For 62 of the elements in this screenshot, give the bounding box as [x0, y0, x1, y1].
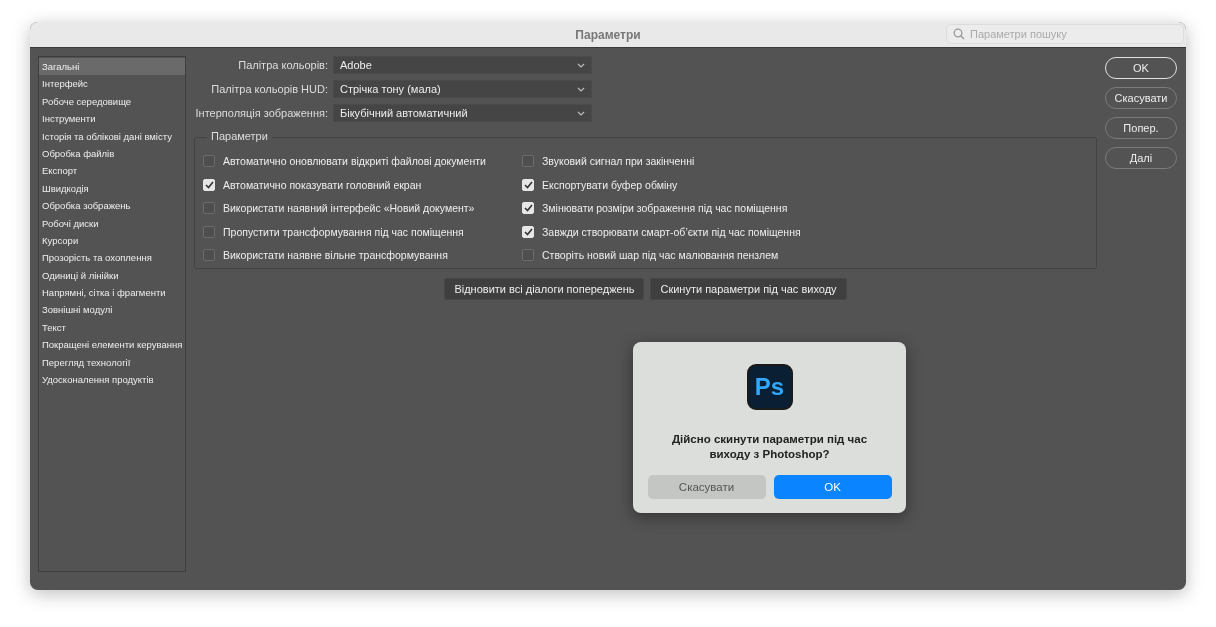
sidebar-item[interactable]: Робочі диски: [39, 214, 185, 232]
search-icon: [953, 28, 965, 40]
sidebar-item[interactable]: Курсори: [39, 231, 185, 250]
sidebar-item[interactable]: Удосконалення продуктів: [39, 371, 185, 389]
checkmark-icon: [523, 227, 533, 236]
dialog-button[interactable]: OK: [1105, 57, 1177, 79]
checkbox[interactable]: [522, 249, 534, 262]
sidebar-item[interactable]: Текст: [39, 318, 185, 337]
checkmark-icon: [204, 180, 214, 189]
sidebar-item[interactable]: Обробка зображень: [39, 197, 185, 215]
sidebar-item[interactable]: Обробка файлів: [39, 144, 185, 163]
sidebar-item[interactable]: Інтерфейс: [39, 75, 185, 93]
chevron-icon: [577, 62, 585, 68]
checkbox[interactable]: [203, 155, 215, 168]
sidebar-item[interactable]: Одиниці й лінійки: [39, 266, 185, 285]
sidebar-item[interactable]: Робоче середовище: [39, 92, 185, 111]
field-label: Палітра кольорів HUD:: [210, 83, 328, 95]
sidebar-item[interactable]: Перегляд технології: [39, 353, 185, 372]
checkbox[interactable]: [522, 155, 534, 168]
checkbox[interactable]: [203, 202, 215, 215]
alert-button[interactable]: Скасувати: [647, 475, 766, 499]
checkbox-label[interactable]: Автоматично показувати головний екран: [223, 178, 422, 191]
checkbox-label[interactable]: Пропустити трансформування під час поміщення: [223, 225, 464, 238]
sidebar-item[interactable]: Загальні: [39, 58, 185, 76]
app-logo: Ps: [746, 364, 793, 410]
group-title: Параметри: [207, 130, 272, 142]
checkmark-icon: [523, 204, 533, 213]
search-field[interactable]: Параметри пошуку: [946, 24, 1184, 44]
checkbox-label[interactable]: Завжди створювати смарт-об’єкти під час поміщення: [542, 225, 801, 238]
dialog-button[interactable]: Скасувати: [1105, 87, 1177, 109]
chevron-icon: [577, 110, 585, 116]
sidebar-item[interactable]: Покращені елементи керування: [39, 336, 185, 354]
action-button[interactable]: Скинути параметри під час виходу: [650, 278, 847, 300]
dropdown[interactable]: Стрічка тону (мала): [333, 80, 592, 98]
dropdown[interactable]: Adobe: [333, 56, 592, 74]
sidebar-item[interactable]: Історія та облікові дані вмісту: [39, 127, 185, 145]
sidebar-item[interactable]: Прозорість та охоплення: [39, 249, 185, 267]
checkbox-label[interactable]: Звуковий сигнал при закінченні: [542, 155, 695, 168]
checkbox[interactable]: [203, 225, 215, 238]
checkbox-label[interactable]: Створіть новий шар під час малювання пензлем: [542, 249, 779, 262]
checkbox-label[interactable]: Автоматично оновлювати відкриті файлові документи: [223, 155, 486, 168]
sidebar-item[interactable]: Інструменти: [39, 110, 185, 128]
alert-button[interactable]: OK: [773, 475, 892, 499]
field-label: Інтерполяція зображення:: [194, 107, 328, 119]
sidebar-item[interactable]: Напрямні, сітка і фрагменти: [39, 284, 185, 302]
dialog-button[interactable]: Попер.: [1105, 117, 1177, 139]
field-label: Палітра кольорів:: [237, 59, 328, 71]
window-title: Параметри: [575, 27, 641, 42]
checkbox[interactable]: [203, 249, 215, 262]
action-button[interactable]: Відновити всі діалоги попереджень: [444, 278, 645, 300]
alert-message: Дійсно скинути параметри під час виходу з Photoshop?: [670, 432, 869, 462]
checkbox-label[interactable]: Використати наявне вільне трансформування: [223, 249, 448, 262]
checkbox-label[interactable]: Змінювати розміри зображення під час поміщення: [542, 202, 788, 215]
sidebar-item[interactable]: Швидкодія: [39, 179, 185, 198]
checkbox-label[interactable]: Використати наявний інтерфейс «Новий документ»: [223, 202, 475, 215]
chevron-icon: [577, 86, 585, 92]
checkmark-icon: [523, 180, 533, 189]
sidebar-item[interactable]: Зовнішні модулі: [39, 301, 185, 319]
sidebar-item[interactable]: Експорт: [39, 162, 185, 180]
dialog-button[interactable]: Далі: [1105, 147, 1177, 169]
checkbox-label[interactable]: Експортувати буфер обміну: [542, 178, 678, 191]
dropdown[interactable]: Бікубічний автоматичний: [333, 104, 592, 122]
